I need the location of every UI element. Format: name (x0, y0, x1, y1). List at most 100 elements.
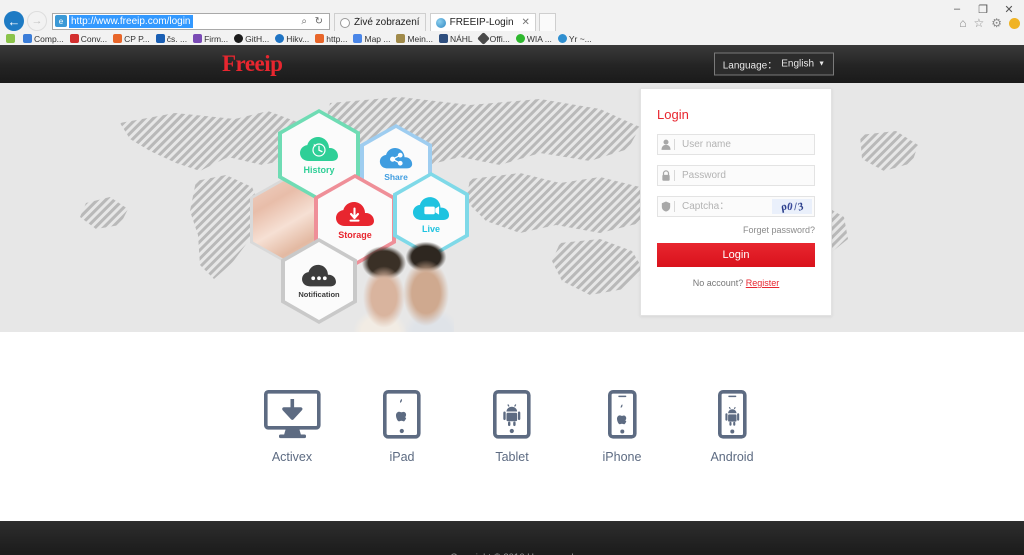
address-bar[interactable]: e http://www.freeip.com/login ⌕ ↻ (52, 12, 330, 30)
download-activex[interactable]: Activex (237, 389, 347, 464)
download-label: Activex (271, 449, 313, 464)
bookmark-label: Hikv... (286, 33, 310, 44)
username-field-wrapper[interactable] (657, 134, 815, 155)
bookmark-item[interactable]: Hikv... (272, 34, 312, 44)
bookmark-label: Offi... (489, 33, 510, 44)
download-ipad[interactable]: iPad (347, 389, 457, 464)
language-label: Language： (722, 60, 778, 72)
user-badge-icon[interactable] (1009, 17, 1020, 29)
bookmark-label: Firm... (204, 33, 229, 44)
download-label: Android (710, 449, 754, 464)
bookmark-item[interactable]: Mein... (393, 34, 436, 44)
download-android[interactable]: Android (677, 389, 787, 464)
bookmark-favicon-icon (353, 34, 363, 43)
bookmark-favicon-icon (438, 34, 448, 43)
bookmark-label: Comp... (34, 33, 64, 44)
bookmark-label: čs. ... (166, 33, 188, 44)
download-tablet[interactable]: Tablet (457, 389, 567, 464)
language-value: English (781, 58, 815, 70)
feature-hexagons: History Share Storage Live Notification (236, 91, 706, 332)
no-account-text: No account? (692, 278, 744, 288)
download-iphone[interactable]: iPhone (567, 389, 677, 464)
bookmark-favicon-icon (155, 34, 165, 43)
shield-icon (658, 201, 674, 212)
bookmark-label: Conv... (80, 33, 108, 44)
bookmark-item[interactable]: čs. ... (153, 34, 190, 44)
bookmark-label: http... (326, 33, 348, 44)
bookmark-favicon-icon (396, 34, 406, 43)
bookmark-label: NÁHL (449, 33, 473, 44)
refresh-icon[interactable]: ↻ (315, 16, 323, 27)
bookmark-item[interactable]: WIA ... (513, 34, 555, 44)
tools-gear-icon[interactable]: ⚙ (991, 17, 1002, 29)
hero-section: History Share Storage Live Notification … (0, 83, 1024, 332)
site-header: Freeip Language： English ▼ (0, 45, 1024, 83)
hexagon-notification-inner: Notification (285, 242, 353, 320)
cloud-dots-icon (302, 264, 336, 286)
bookmark-label: Map ... (364, 33, 391, 44)
downloads-section: Activex iPad Tablet iPhone Android (0, 332, 1024, 521)
bookmark-favicon-icon (515, 34, 525, 43)
language-selector[interactable]: Language： English ▼ (713, 52, 834, 76)
forget-password-link[interactable]: Forget password? (657, 225, 815, 235)
new-tab-button[interactable] (538, 13, 556, 31)
tab-live-view[interactable]: Živé zobrazení (334, 13, 426, 31)
register-link[interactable]: Register (746, 278, 780, 288)
address-bar-url: http://www.freeip.com/login (69, 14, 193, 28)
bookmark-item[interactable]: Yr ~... (555, 34, 595, 44)
bookmark-label: WIA ... (526, 33, 552, 44)
bookmark-item[interactable]: Map ... (350, 34, 393, 44)
tab-favicon-icon (435, 17, 446, 28)
no-account-row: No account? Register (657, 278, 815, 288)
lock-icon (658, 170, 674, 181)
bookmark-item[interactable]: Offi... (476, 32, 513, 45)
bookmarks-bar: Comp... Conv... CP P... čs. ... Firm... … (0, 32, 1024, 45)
bookmark-favicon-icon (6, 34, 15, 43)
phone-apple-icon (607, 389, 637, 439)
captcha-field-wrapper[interactable]: ρ0/3 (657, 196, 815, 217)
login-button[interactable]: Login (657, 243, 815, 267)
tab-label: FREEIP-Login (449, 17, 514, 28)
chevron-down-icon: ▼ (818, 60, 825, 68)
password-input[interactable] (675, 170, 814, 181)
bookmark-item[interactable]: NÁHL (436, 34, 476, 44)
search-icon[interactable]: ⌕ (301, 16, 307, 27)
cloud-share-icon (379, 147, 413, 169)
bookmark-favicon-icon (113, 34, 123, 43)
bookmark-item[interactable]: Firm... (190, 34, 231, 44)
tab-close-icon[interactable]: ✕ (522, 17, 530, 28)
login-card: Login ρ0/3 Forget password? (640, 88, 832, 316)
bookmark-item[interactable]: Comp... (20, 34, 67, 44)
tablet-android-icon (493, 389, 531, 439)
photo-hexagon-couple (354, 241, 454, 332)
forward-button[interactable]: → (27, 11, 47, 31)
tab-freeip-login[interactable]: FREEIP-Login ✕ (429, 13, 536, 31)
hexagon-label: Share (384, 172, 408, 182)
bookmark-favicon-icon (69, 34, 79, 43)
hexagon-label: History (303, 164, 335, 175)
phone-android-icon (717, 389, 747, 439)
captcha-image[interactable]: ρ 0/3 (772, 199, 812, 214)
page-favicon-icon: e (55, 15, 67, 27)
bookmark-favicon-icon (23, 34, 32, 43)
username-input[interactable] (675, 139, 814, 150)
browser-chrome: – ❐ ✕ ← → e http://www.freeip.com/login … (0, 0, 1024, 45)
cloud-download-icon (336, 201, 374, 226)
bookmark-label: GitH... (245, 33, 270, 44)
hexagon-label: Storage (338, 229, 372, 240)
bookmark-item[interactable] (3, 34, 20, 43)
bookmark-favicon-icon (557, 34, 567, 43)
back-button[interactable]: ← (4, 11, 24, 31)
bookmark-label: Yr ~... (568, 33, 592, 44)
site-logo[interactable]: Freeip (222, 51, 283, 77)
password-field-wrapper[interactable] (657, 165, 815, 186)
bookmark-favicon-icon (275, 34, 285, 43)
site-footer: Copyright © 2016 Herospeed (0, 521, 1024, 555)
favorites-icon[interactable]: ☆ (973, 17, 984, 29)
bookmark-item[interactable]: CP P... (110, 34, 153, 44)
bookmark-item[interactable]: Conv... (67, 34, 110, 44)
browser-toolbar-icons: ⌂ ☆ ⚙ (959, 17, 1020, 29)
home-icon[interactable]: ⌂ (959, 17, 966, 29)
bookmark-item[interactable]: GitH... (231, 34, 272, 44)
bookmark-item[interactable]: http... (312, 34, 350, 44)
